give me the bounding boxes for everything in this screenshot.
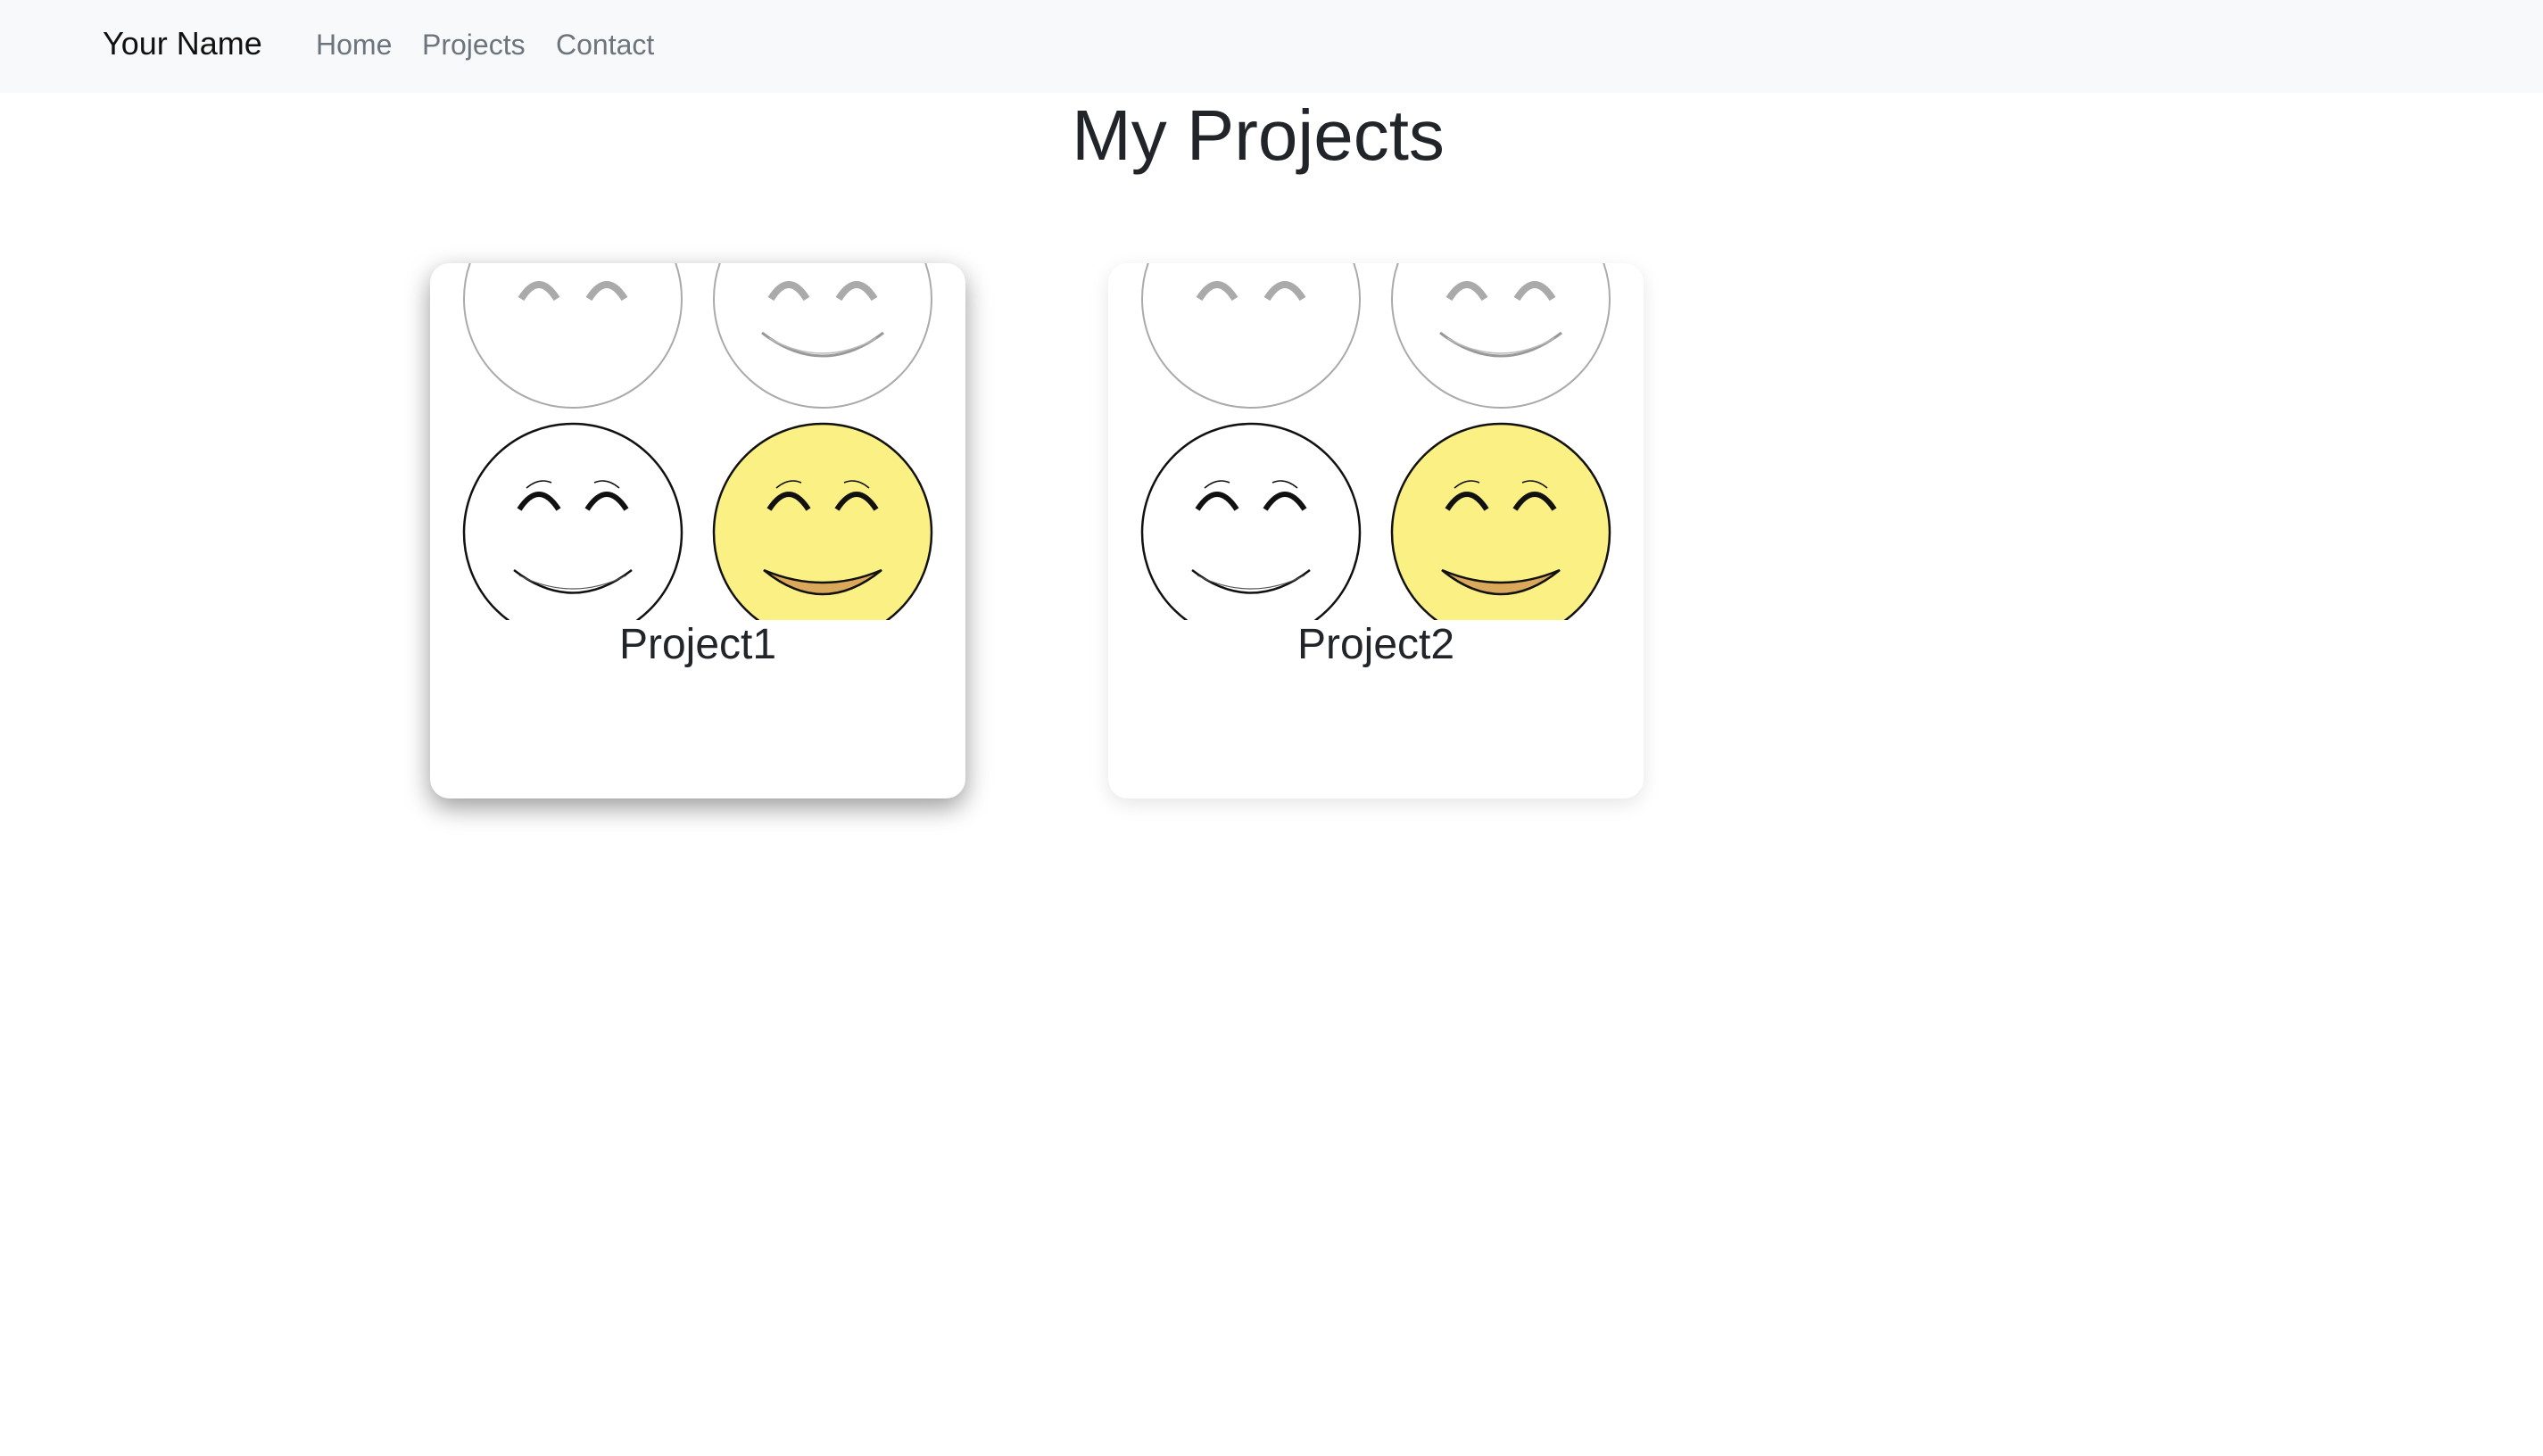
- nav-link-contact[interactable]: Contact: [556, 27, 654, 62]
- project-title: Project1: [618, 621, 777, 668]
- faded-face-smile: [1391, 263, 1611, 409]
- yellow-face: [712, 422, 933, 620]
- navbar: Your Name Home Projects Contact: [0, 0, 2543, 93]
- smiley-faces-icon: [462, 263, 933, 620]
- faded-face-smile: [713, 263, 932, 409]
- project-card-2[interactable]: Project2: [1108, 263, 1644, 798]
- white-face: [1140, 422, 1362, 620]
- project-card-1[interactable]: Project1: [430, 263, 965, 798]
- faded-face-plain: [463, 263, 683, 409]
- smiley-faces-icon: [1140, 263, 1611, 620]
- page-title: My Projects: [1072, 95, 1445, 175]
- nav-link-home[interactable]: Home: [316, 27, 392, 62]
- faded-face-plain: [1141, 263, 1361, 409]
- white-face: [462, 422, 683, 620]
- brand-link[interactable]: Your Name: [103, 23, 262, 64]
- nav-link-projects[interactable]: Projects: [422, 27, 526, 62]
- project-title: Project2: [1296, 621, 1455, 668]
- yellow-face: [1390, 422, 1611, 620]
